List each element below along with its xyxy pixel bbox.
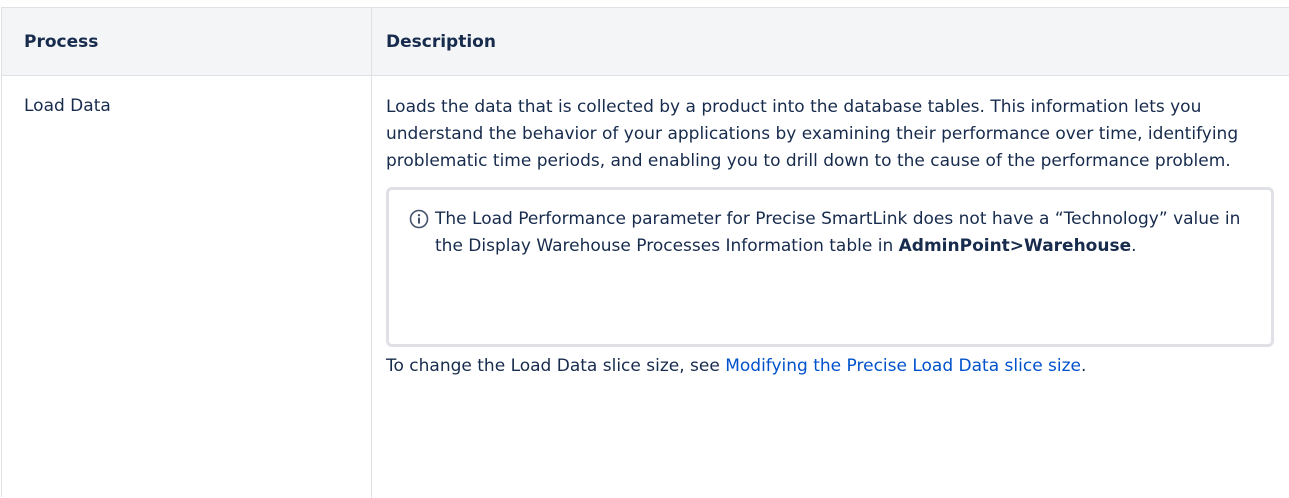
description-cell: Loads the data that is collected by a pr… — [386, 94, 1276, 380]
slice-size-text-end: . — [1081, 356, 1087, 376]
info-panel: The Load Performance parameter for Preci… — [386, 187, 1274, 347]
process-cell: Load Data — [24, 96, 111, 116]
header-description: Description — [386, 32, 496, 52]
modify-slice-size-link[interactable]: Modifying the Precise Load Data slice si… — [725, 356, 1081, 376]
info-panel-text: The Load Performance parameter for Preci… — [435, 206, 1245, 260]
header-process: Process — [24, 32, 99, 52]
info-icon — [409, 209, 429, 229]
slice-size-note: To change the Load Data slice size, see … — [386, 353, 1276, 380]
info-text-end: . — [1131, 236, 1137, 256]
process-table: Process Description Load Data Loads the … — [1, 7, 1289, 498]
info-text-bold: AdminPoint>Warehouse — [898, 236, 1132, 256]
slice-size-text: To change the Load Data slice size, see — [386, 356, 726, 376]
table-header-row: Process Description — [2, 8, 1289, 76]
column-divider — [371, 8, 372, 498]
description-text: Loads the data that is collected by a pr… — [386, 97, 1239, 171]
